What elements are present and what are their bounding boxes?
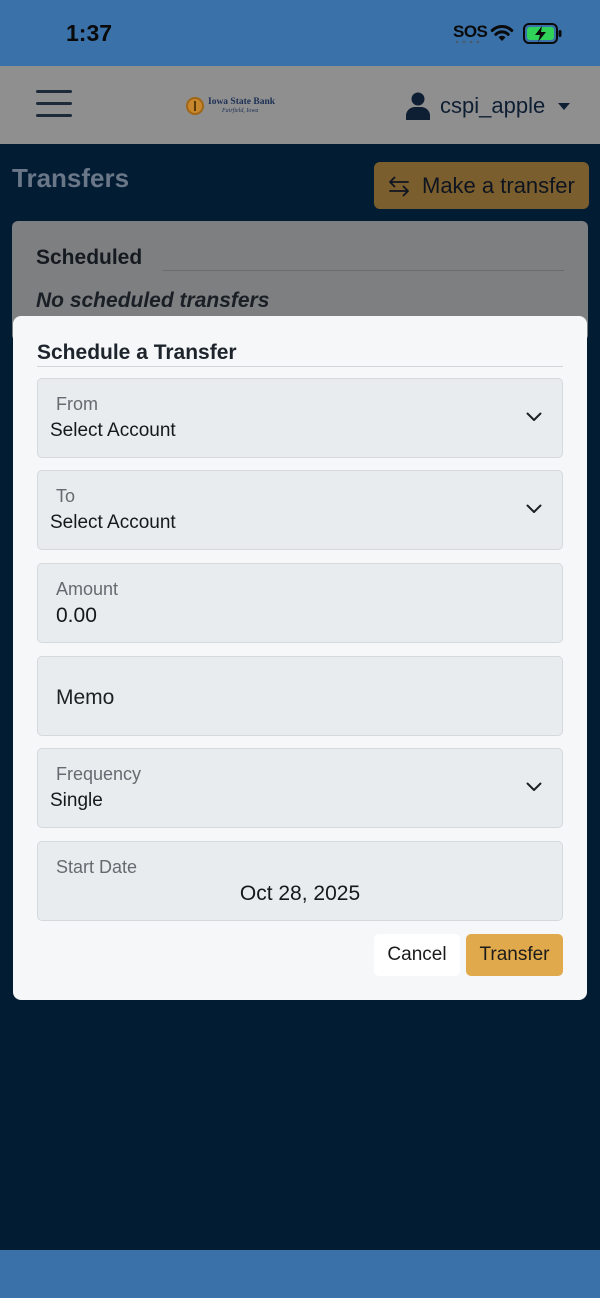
schedule-transfer-modal: Schedule a Transfer From Select Account … — [13, 316, 587, 1000]
chevron-down-icon — [526, 412, 542, 421]
to-select[interactable]: To Select Account — [37, 470, 563, 550]
page-title: Transfers — [12, 163, 130, 193]
frequency-label: Frequency — [56, 764, 142, 784]
app-bar: Iowa State Bank Fairfield, Iowa cspi_app… — [0, 66, 600, 144]
start-date-label: Start Date — [56, 857, 138, 877]
make-transfer-button[interactable]: Make a transfer — [374, 162, 589, 209]
from-label: From — [56, 394, 98, 414]
start-date-field[interactable]: Start Date Oct 28, 2025 — [37, 841, 563, 921]
user-menu-button[interactable]: cspi_apple — [406, 90, 571, 122]
amount-value: 0.00 — [56, 604, 97, 627]
make-transfer-label: Make a transfer — [422, 172, 575, 198]
memo-placeholder: Memo — [56, 686, 115, 709]
username: cspi_apple — [440, 93, 546, 118]
transfer-button[interactable]: Transfer — [466, 934, 563, 976]
signal-dots-icon — [455, 40, 480, 44]
swap-arrows-icon — [389, 176, 409, 196]
bank-logo[interactable]: Iowa State Bank Fairfield, Iowa — [186, 95, 286, 119]
wifi-icon — [490, 25, 514, 41]
logo-bank-name: Iowa State Bank — [208, 97, 276, 107]
from-value: Select Account — [50, 420, 176, 441]
amount-label: Amount — [56, 579, 119, 599]
amount-field[interactable]: Amount 0.00 — [37, 563, 563, 643]
battery-charging-icon — [523, 23, 562, 44]
bottom-bar — [0, 1250, 600, 1298]
logo-bank-location: Fairfield, Iowa — [222, 108, 259, 114]
memo-field[interactable]: Memo — [37, 656, 563, 736]
chevron-down-icon — [526, 504, 542, 513]
cancel-button[interactable]: Cancel — [374, 934, 460, 976]
hamburger-menu-icon[interactable] — [36, 90, 72, 120]
user-icon — [406, 92, 430, 120]
scheduled-title: Scheduled — [36, 246, 143, 269]
divider — [162, 270, 564, 271]
sos-indicator: SOS — [453, 22, 488, 41]
start-date-value: Oct 28, 2025 — [239, 882, 361, 905]
frequency-select[interactable]: Frequency Single — [37, 748, 563, 828]
scheduled-empty-text: No scheduled transfers — [36, 289, 270, 312]
status-bar: 1:37 SOS — [0, 0, 600, 66]
modal-title: Schedule a Transfer — [37, 341, 237, 364]
frequency-value: Single — [50, 790, 103, 811]
chevron-down-icon — [526, 782, 542, 791]
logo-coin-icon — [186, 97, 204, 115]
divider — [37, 366, 563, 367]
from-select[interactable]: From Select Account — [37, 378, 563, 458]
status-time: 1:37 — [66, 20, 113, 46]
caret-down-icon — [558, 102, 571, 110]
to-value: Select Account — [50, 512, 176, 533]
to-label: To — [56, 486, 76, 506]
